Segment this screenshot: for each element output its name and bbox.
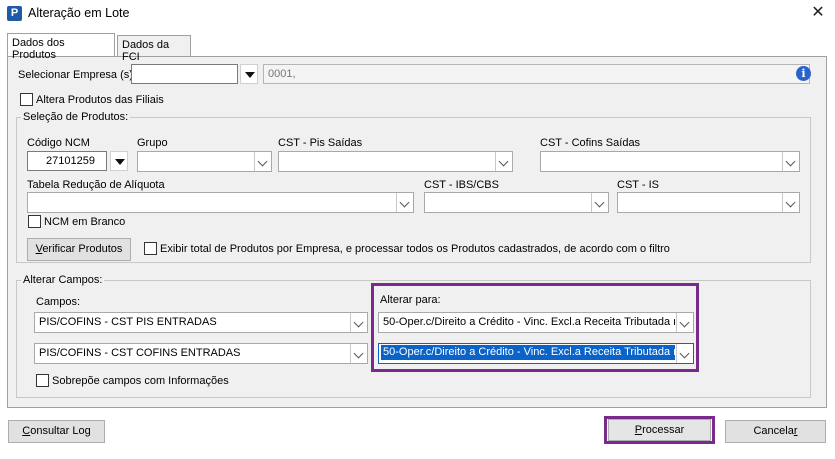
verificar-produtos-button[interactable]: Verificar Produtos — [27, 238, 131, 261]
chevron-down-icon — [594, 197, 605, 208]
close-icon[interactable]: ✕ — [806, 3, 830, 23]
ncm-label: Código NCM — [27, 137, 90, 149]
selecao-title: Seleção de Produtos: — [21, 111, 131, 123]
cofins-saidas-select-arrow[interactable] — [782, 152, 799, 171]
campo2-value: PIS/COFINS - CST COFINS ENTRADAS — [39, 347, 241, 359]
chevron-down-icon — [785, 197, 796, 208]
consultar-log-label: onsultar Log — [30, 425, 91, 437]
valor2-value: 50-Oper.c/Direito a Crédito - Vinc. Excl… — [381, 345, 675, 360]
valor2-select-arrow[interactable] — [676, 344, 693, 363]
ncm-branco-checkbox[interactable] — [28, 215, 41, 228]
triangle-down-icon — [115, 159, 125, 165]
processar-button[interactable]: Processar — [608, 419, 711, 441]
chevron-down-icon — [679, 317, 690, 328]
exibir-total-checkbox[interactable] — [144, 242, 157, 255]
ncm-input[interactable]: 27101259 — [27, 151, 107, 171]
verificar-label: erificar Produtos — [42, 243, 123, 255]
consultar-mnemonic: C — [22, 425, 31, 437]
reducao-select[interactable] — [27, 192, 414, 213]
app-logo-icon: P — [7, 6, 22, 21]
ncm-dropdown-button[interactable] — [110, 151, 128, 171]
campo1-value: PIS/COFINS - CST PIS ENTRADAS — [39, 316, 217, 328]
chevron-down-icon — [785, 156, 796, 167]
cofins-saidas-select[interactable] — [540, 151, 800, 172]
valor1-value: 50-Oper.c/Direito a Crédito - Vinc. Excl… — [383, 316, 675, 328]
pis-saidas-label: CST - Pis Saídas — [278, 137, 363, 149]
filiais-checkbox[interactable] — [20, 93, 33, 106]
sobrepoe-checkbox[interactable] — [36, 374, 49, 387]
cancelar-mnemonic: r — [793, 425, 798, 437]
campo1-select[interactable]: PIS/COFINS - CST PIS ENTRADAS — [34, 312, 368, 333]
valor1-select-arrow[interactable] — [676, 313, 693, 332]
campo2-select-arrow[interactable] — [350, 344, 367, 363]
alterar-title: Alterar Campos: — [21, 274, 105, 286]
empresa-dropdown-button[interactable] — [240, 64, 258, 84]
grupo-select-arrow[interactable] — [254, 152, 271, 171]
chevron-down-icon — [498, 156, 509, 167]
ibs-cbs-label: CST - IBS/CBS — [424, 179, 499, 191]
reducao-label: Tabela Redução de Alíquota — [27, 179, 165, 191]
processar-mnemonic: P — [634, 424, 643, 436]
is-select[interactable] — [617, 192, 800, 213]
campo1-select-arrow[interactable] — [350, 313, 367, 332]
alterar-para-label: Alterar para: — [380, 294, 441, 306]
empresa-label: Selecionar Empresa (s): — [18, 69, 136, 81]
is-select-arrow[interactable] — [782, 193, 799, 212]
ibs-cbs-select-arrow[interactable] — [591, 193, 608, 212]
campos-label: Campos: — [36, 296, 81, 308]
chevron-down-icon — [399, 197, 410, 208]
grupo-select[interactable] — [137, 151, 272, 172]
reducao-select-arrow[interactable] — [396, 193, 413, 212]
cancelar-label: Cancela — [753, 425, 794, 437]
pis-saidas-select[interactable] — [278, 151, 513, 172]
tab-dados-fci[interactable]: Dados da FCI — [117, 35, 191, 63]
ncm-branco-label: NCM em Branco — [44, 216, 126, 228]
ibs-cbs-select[interactable] — [424, 192, 609, 213]
cancelar-button[interactable]: Cancelar — [725, 420, 826, 443]
processar-label: rocessar — [642, 424, 685, 436]
filiais-label: Altera Produtos das Filiais — [36, 94, 164, 106]
chevron-down-icon — [679, 348, 690, 359]
valor2-select[interactable]: 50-Oper.c/Direito a Crédito - Vinc. Excl… — [378, 343, 694, 364]
window-title: Alteração em Lote — [28, 6, 130, 20]
empresa-codes-field: 0001, — [263, 64, 810, 84]
campo2-select[interactable]: PIS/COFINS - CST COFINS ENTRADAS — [34, 343, 368, 364]
valor1-select[interactable]: 50-Oper.c/Direito a Crédito - Vinc. Excl… — [378, 312, 694, 333]
chevron-down-icon — [257, 156, 268, 167]
chevron-down-icon — [353, 317, 364, 328]
empresa-input[interactable] — [131, 64, 238, 84]
is-label: CST - IS — [617, 179, 659, 191]
triangle-down-icon — [245, 72, 255, 78]
sobrepoe-label: Sobrepõe campos com Informações — [52, 375, 229, 387]
cofins-saidas-label: CST - Cofins Saídas — [540, 137, 641, 149]
chevron-down-icon — [353, 348, 364, 359]
grupo-label: Grupo — [137, 137, 168, 149]
tab-dados-produtos[interactable]: Dados dos Produtos — [7, 33, 115, 61]
info-icon[interactable]: i — [796, 66, 811, 81]
consultar-log-button[interactable]: Consultar Log — [8, 420, 105, 443]
pis-saidas-select-arrow[interactable] — [495, 152, 512, 171]
exibir-total-label: Exibir total de Produtos por Empresa, e … — [160, 243, 670, 255]
